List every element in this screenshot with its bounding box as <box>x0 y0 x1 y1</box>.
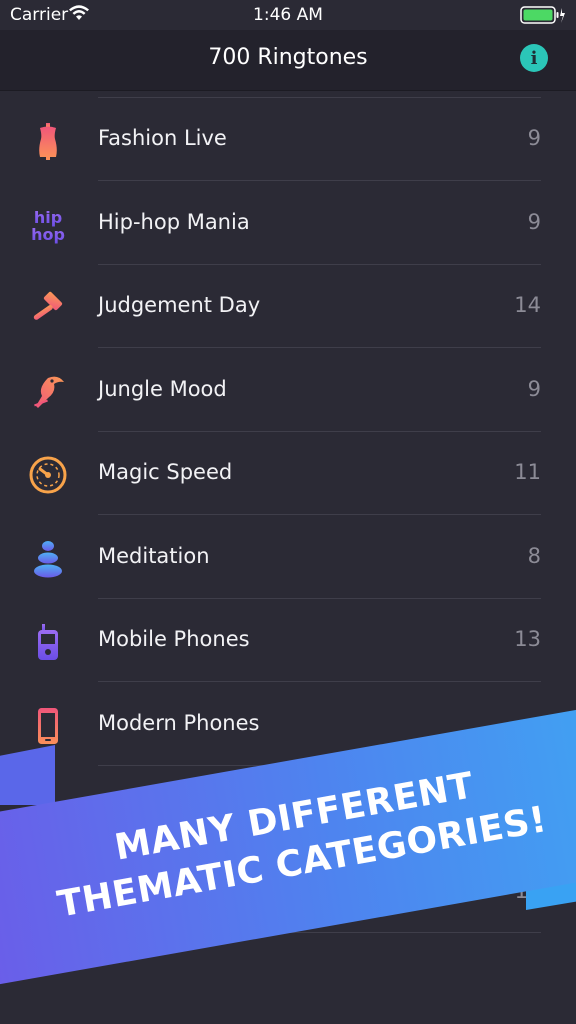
ringtone-count: 9 <box>527 126 541 150</box>
svg-text:hop: hop <box>31 225 65 244</box>
clock: 1:46 AM <box>253 5 323 25</box>
category-row-jungle-mood[interactable]: Jungle Mood 9 <box>0 349 576 432</box>
navigation-bar: 700 Ringtones i <box>0 30 576 91</box>
category-label: Judgement Day <box>98 293 261 317</box>
row-divider <box>98 514 541 515</box>
ringtone-count: 11 <box>514 460 541 484</box>
smartphone-icon <box>28 706 68 746</box>
mobile-phone-icon <box>28 622 68 662</box>
info-icon: i <box>530 47 538 69</box>
category-row-mobile-phones[interactable]: Mobile Phones 13 <box>0 599 576 682</box>
ringtone-count: 9 <box>527 210 541 234</box>
ringtone-count: 9 <box>527 377 541 401</box>
category-row-fashion-live[interactable]: Fashion Live 9 <box>0 98 576 181</box>
row-divider <box>98 347 541 348</box>
battery-icon <box>520 5 566 30</box>
category-label: Hip-hop Mania <box>98 210 250 234</box>
category-label: Mobile Phones <box>98 627 250 651</box>
speedometer-icon <box>28 455 68 495</box>
status-bar: Carrier 1:46 AM <box>0 0 576 30</box>
category-label: Fashion Live <box>98 126 227 150</box>
category-label: Modern Phones <box>98 711 260 735</box>
category-row-meditation[interactable]: Meditation 8 <box>0 516 576 599</box>
category-row-hip-hop-mania[interactable]: hip hop Hip-hop Mania 9 <box>0 182 576 265</box>
mannequin-icon <box>28 121 68 161</box>
info-button[interactable]: i <box>520 44 548 72</box>
category-row-magic-speed[interactable]: Magic Speed 11 <box>0 432 576 515</box>
ringtone-count: 8 <box>527 544 541 568</box>
ringtone-count: 14 <box>514 293 541 317</box>
gavel-icon <box>28 288 68 328</box>
row-divider <box>98 180 541 181</box>
page-title: 700 Ringtones <box>208 45 368 70</box>
category-label: Jungle Mood <box>98 377 227 401</box>
hip-hop-icon: hip hop <box>28 205 68 245</box>
row-divider <box>98 681 541 682</box>
toucan-icon <box>28 372 68 412</box>
ringtone-count: 13 <box>514 627 541 651</box>
zen-stones-icon <box>28 539 68 579</box>
category-label: Meditation <box>98 544 210 568</box>
category-label: Magic Speed <box>98 460 233 484</box>
category-row-judgement-day[interactable]: Judgement Day 14 <box>0 265 576 348</box>
